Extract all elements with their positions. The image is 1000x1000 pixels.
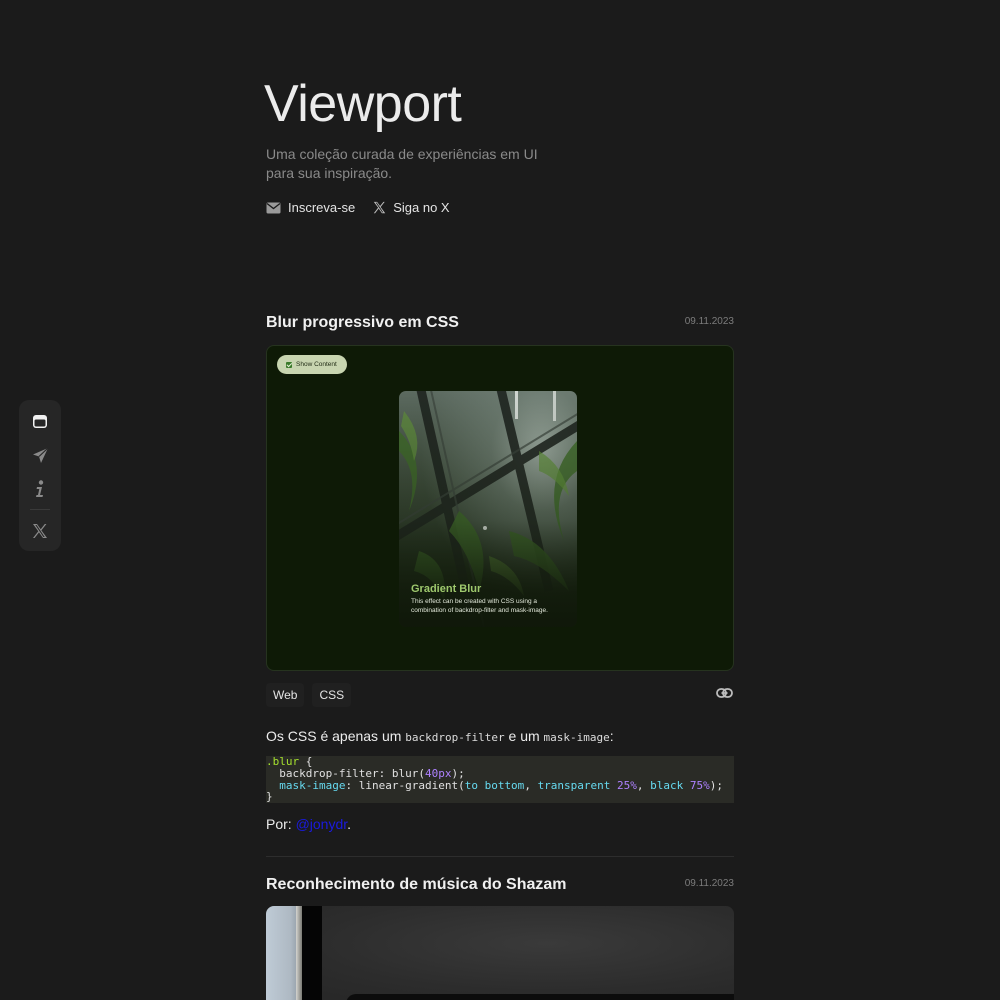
follow-x-link[interactable]: Siga no X: [373, 200, 450, 215]
code-property: mask-image: [279, 778, 346, 792]
device-bezel: [346, 994, 734, 1000]
post-title[interactable]: Blur progressivo em CSS: [266, 314, 459, 332]
code-keyword: black: [650, 778, 684, 792]
show-content-button[interactable]: Show Content: [277, 355, 347, 374]
code-keyword: transparent: [537, 778, 611, 792]
post-title[interactable]: Reconhecimento de música do Shazam: [266, 876, 567, 894]
code-mask-image: mask-image: [543, 731, 610, 744]
tag-css[interactable]: CSS: [312, 683, 352, 707]
code-line: }: [266, 791, 734, 803]
card-description: This effect can be created with CSS usin…: [411, 598, 548, 614]
author-prefix: Por:: [266, 816, 296, 832]
code-backdrop-filter: backdrop-filter: [405, 731, 505, 744]
post-preview[interactable]: Show Content Gradient Blur This effect c…: [266, 345, 734, 671]
post-date: 09.11.2023: [684, 316, 734, 327]
post-description: Os CSS é apenas um backdrop-filter e um …: [266, 728, 614, 744]
site-title: Viewport: [264, 75, 462, 133]
gradient-blur-card: Gradient Blur This effect can be created…: [399, 391, 577, 627]
mail-icon: [266, 202, 281, 214]
code-token: );: [709, 778, 724, 792]
desc-text: e um: [504, 728, 544, 744]
x-logo-icon[interactable]: [30, 521, 50, 541]
show-content-label: Show Content: [296, 361, 337, 368]
x-logo-icon: [373, 201, 386, 214]
info-icon[interactable]: [30, 479, 50, 499]
phone-screen: [302, 906, 322, 1000]
follow-label: Siga no X: [393, 200, 450, 215]
site-tagline: Uma coleção curada de experiências em UI…: [266, 146, 538, 181]
post-preview[interactable]: [266, 906, 734, 1000]
side-dock: [19, 400, 61, 551]
subscribe-label: Inscreva-se: [288, 200, 356, 215]
send-icon[interactable]: [30, 445, 50, 465]
code-number: 75%: [689, 778, 710, 792]
code-block: .blur { backdrop-filter: blur(40px); mas…: [266, 756, 734, 803]
desc-text: Os CSS é apenas um: [266, 728, 406, 744]
tag-web[interactable]: Web: [266, 683, 305, 707]
social-links: Inscreva-se Siga no X: [266, 200, 450, 215]
post-header: Blur progressivo em CSS 09.11.2023: [266, 314, 734, 332]
post-date: 09.11.2023: [684, 878, 734, 889]
code-token: ,: [524, 778, 538, 792]
link-icon[interactable]: [716, 686, 733, 704]
subscribe-link[interactable]: Inscreva-se: [266, 200, 355, 215]
dock-divider: [30, 509, 50, 510]
code-number: 25%: [617, 778, 637, 792]
author-suffix: .: [347, 816, 352, 832]
desc-text: :: [609, 728, 614, 744]
code-token: ,: [636, 778, 651, 792]
code-line: mask-image: linear-gradient(to bottom, t…: [266, 778, 734, 792]
author-link[interactable]: @jonydr: [296, 816, 348, 832]
post-header: Reconhecimento de música do Shazam 09.11…: [266, 876, 734, 894]
post-tags: Web CSS: [266, 683, 352, 707]
window-icon[interactable]: [30, 411, 50, 431]
card-title: Gradient Blur: [411, 583, 482, 595]
checkbox-icon: [286, 361, 292, 368]
code-keyword: to bottom: [464, 778, 525, 792]
post-divider: [266, 856, 734, 857]
code-token: }: [266, 790, 273, 804]
code-token: : linear-gradient(: [345, 778, 465, 792]
author-credit: Por: @jonydr.: [266, 816, 351, 832]
